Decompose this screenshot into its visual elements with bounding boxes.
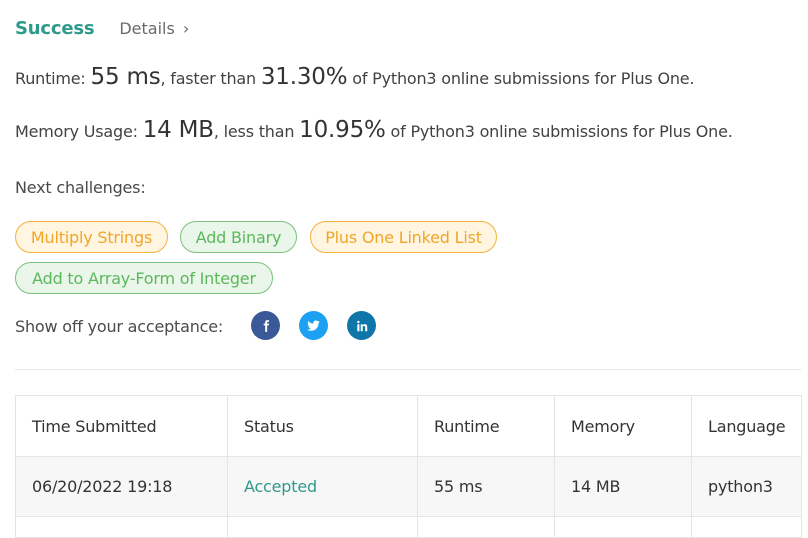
section-divider (15, 369, 801, 370)
memory-label: Memory Usage: (15, 122, 143, 141)
twitter-icon (307, 320, 320, 331)
twitter-share-button[interactable] (299, 311, 328, 340)
column-header-time-submitted: Time Submitted (15, 395, 228, 457)
cell-runtime: 55 ms (417, 456, 555, 517)
memory-suffix: of Python3 online submissions for Plus O… (385, 122, 733, 141)
cell-empty (15, 516, 228, 538)
column-header-language: Language (691, 395, 802, 457)
cell-empty (227, 516, 418, 538)
result-header: Success Details › (15, 15, 189, 41)
runtime-label: Runtime: (15, 69, 91, 88)
challenge-chip-multiply-strings[interactable]: Multiply Strings (15, 221, 168, 253)
cell-empty (691, 516, 802, 538)
memory-value: 14 MB (142, 117, 214, 143)
column-header-runtime: Runtime (417, 395, 555, 457)
details-label: Details (119, 18, 175, 38)
linkedin-share-button[interactable] (347, 311, 376, 340)
cell-time-submitted: 06/20/2022 19:18 (15, 456, 228, 517)
table-row: 06/20/2022 19:18 Accepted 55 ms 14 MB py… (15, 456, 802, 517)
runtime-value: 55 ms (90, 64, 161, 90)
cell-empty (417, 516, 555, 538)
chevron-right-icon: › (182, 18, 190, 38)
accepted-status-link[interactable]: Accepted (244, 477, 317, 496)
success-status: Success (15, 17, 95, 39)
share-label: Show off your acceptance: (15, 317, 224, 336)
memory-mid-text: , less than (213, 122, 300, 141)
runtime-percent: 31.30% (260, 64, 348, 90)
submissions-table: Time Submitted Status Runtime Memory Lan… (15, 395, 802, 538)
runtime-mid-text: , faster than (160, 69, 261, 88)
memory-stat: Memory Usage: 14 MB, less than 10.95% of… (15, 117, 733, 143)
next-challenges-label: Next challenges: (15, 178, 146, 197)
memory-percent: 10.95% (299, 117, 386, 143)
runtime-stat: Runtime: 55 ms, faster than 31.30% of Py… (15, 64, 695, 90)
challenge-chip-plus-one-linked-list[interactable]: Plus One Linked List (310, 221, 497, 253)
details-link[interactable]: Details › (119, 19, 189, 38)
cell-memory: 14 MB (554, 456, 692, 517)
challenge-chip-add-binary[interactable]: Add Binary (180, 221, 297, 253)
column-header-memory: Memory (554, 395, 692, 457)
linkedin-icon (356, 320, 367, 331)
table-header-row: Time Submitted Status Runtime Memory Lan… (15, 395, 802, 457)
table-row-partial (15, 516, 802, 538)
cell-status: Accepted (227, 456, 418, 517)
facebook-icon (263, 319, 269, 332)
cell-language: python3 (691, 456, 802, 517)
facebook-share-button[interactable] (251, 311, 280, 340)
cell-empty (554, 516, 692, 538)
column-header-status: Status (227, 395, 418, 457)
challenge-chip-add-to-array-form[interactable]: Add to Array-Form of Integer (15, 262, 273, 294)
runtime-suffix: of Python3 online submissions for Plus O… (347, 69, 695, 88)
